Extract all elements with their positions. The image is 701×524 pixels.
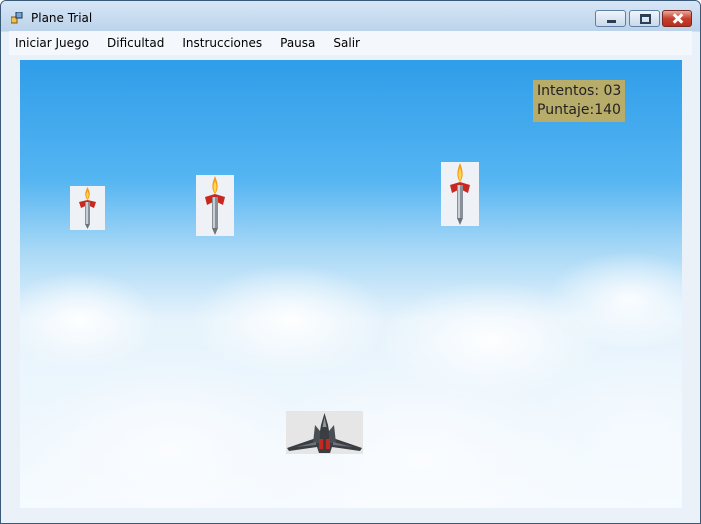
menu-iniciar-juego[interactable]: Iniciar Juego	[9, 31, 98, 55]
minimize-button[interactable]	[595, 10, 626, 27]
player-plane[interactable]	[286, 411, 363, 454]
missile-2	[196, 175, 234, 236]
app-window: Plane Trial Iniciar Juego Dificultad Ins…	[0, 0, 701, 524]
missile-icon	[205, 176, 225, 235]
maximize-button[interactable]	[629, 10, 660, 27]
missile-3	[441, 162, 479, 226]
menu-pausa[interactable]: Pausa	[271, 31, 324, 55]
missile-icon	[79, 187, 96, 229]
missile-icon	[450, 163, 470, 225]
score-panel: Intentos: 03 Puntaje:140	[533, 80, 625, 122]
game-area[interactable]: Intentos: 03 Puntaje:140	[20, 60, 682, 508]
close-button[interactable]	[662, 10, 692, 27]
window-title: Plane Trial	[31, 11, 93, 25]
menu-dificultad[interactable]: Dificultad	[98, 31, 173, 55]
title-bar[interactable]: Plane Trial	[1, 1, 700, 31]
app-icon	[11, 12, 23, 24]
menu-bar: Iniciar Juego Dificultad Instrucciones P…	[9, 31, 692, 55]
fighter-jet-icon	[287, 413, 362, 453]
missile-1	[70, 186, 105, 230]
attempts-label: Intentos: 03	[537, 83, 622, 99]
menu-salir[interactable]: Salir	[324, 31, 369, 55]
score-label: Puntaje:140	[537, 102, 621, 118]
menu-instrucciones[interactable]: Instrucciones	[173, 31, 271, 55]
